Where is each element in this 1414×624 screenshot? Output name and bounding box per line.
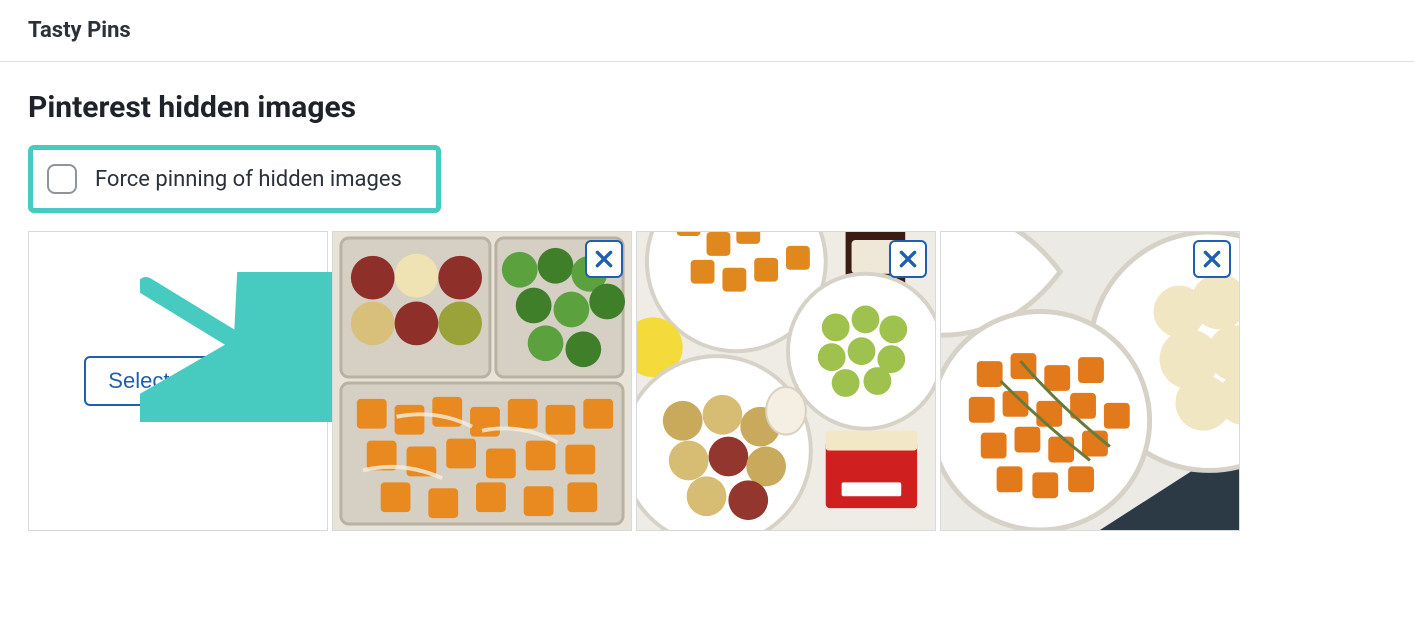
hidden-image-thumbnail[interactable]: [332, 231, 632, 531]
close-icon: [594, 249, 614, 269]
select-images-button[interactable]: Select Images: [84, 356, 271, 406]
select-images-cell: Select Images: [28, 231, 328, 531]
hidden-image-thumbnail[interactable]: [636, 231, 936, 531]
close-icon: [898, 249, 918, 269]
force-pin-checkbox[interactable]: [47, 164, 77, 194]
hidden-image-thumbnail[interactable]: [940, 231, 1240, 531]
divider: [0, 61, 1414, 62]
section-title: Pinterest hidden images: [28, 90, 1386, 125]
remove-image-button[interactable]: [585, 240, 623, 278]
force-pin-label: Force pinning of hidden images: [95, 167, 402, 192]
close-icon: [1202, 249, 1222, 269]
plugin-title: Tasty Pins: [28, 18, 1386, 43]
hidden-images-gallery: Select Images: [28, 231, 1386, 531]
remove-image-button[interactable]: [1193, 240, 1231, 278]
remove-image-button[interactable]: [889, 240, 927, 278]
force-pin-row[interactable]: Force pinning of hidden images: [28, 145, 441, 213]
